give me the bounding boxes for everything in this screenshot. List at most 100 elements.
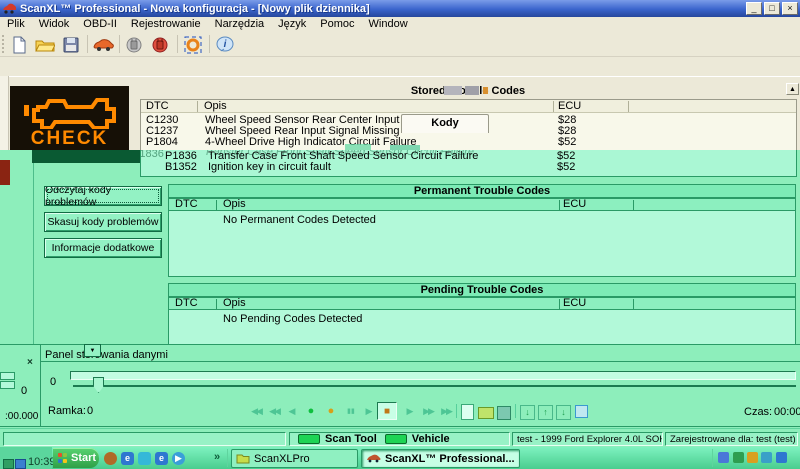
frame-label: Ramka:	[48, 405, 86, 417]
quicklaunch-desktop-icon[interactable]	[138, 452, 151, 465]
menu-jezyk[interactable]: Język	[271, 17, 313, 31]
menu-narzedzia[interactable]: Narzędzia	[208, 17, 272, 31]
playback-progress-track[interactable]	[70, 371, 796, 380]
new-log-icon[interactable]	[461, 404, 474, 420]
menu-widok[interactable]: Widok	[32, 17, 77, 31]
time-value: 00:00	[774, 406, 800, 418]
toolbar-grip[interactable]	[2, 35, 7, 53]
step-forward-icon[interactable]: ▶	[402, 404, 418, 419]
col-header-ecu[interactable]: ECU	[558, 101, 581, 112]
open-log-icon[interactable]	[478, 407, 494, 419]
export-send-icon[interactable]: ↑	[538, 405, 553, 420]
tray-volume-icon[interactable]	[776, 452, 787, 463]
info-icon[interactable]: i	[214, 34, 236, 55]
statusbar: Scan Tool Vehicle test - 1999 Ford Explo…	[0, 428, 800, 447]
col-header-ecu[interactable]: ECU	[563, 298, 586, 309]
menu-obd2[interactable]: OBD-II	[76, 17, 124, 31]
quicklaunch-player-icon[interactable]: ▶	[172, 452, 185, 465]
save-file-icon[interactable]	[60, 34, 82, 55]
quicklaunch-browser-icon[interactable]: e	[155, 452, 168, 465]
folder-icon	[236, 453, 250, 464]
glitch-artifacts: 10:39	[0, 447, 52, 469]
start-button[interactable]: Start	[53, 448, 99, 468]
fast-forward-icon[interactable]: ▶▶	[420, 404, 436, 419]
start-label: Start	[71, 452, 96, 464]
menu-pomoc[interactable]: Pomoc	[313, 17, 361, 31]
snapshot-icon[interactable]	[575, 405, 588, 418]
disconnect-icon[interactable]	[150, 34, 172, 55]
screen: ScanXL™ Professional - Nowa konfiguracja…	[0, 0, 800, 469]
car-icon	[366, 454, 381, 463]
dashboard-designer-icon[interactable]	[182, 34, 204, 55]
pause-icon[interactable]: ▮▮	[343, 404, 359, 419]
col-header-dtc[interactable]: DTC	[175, 199, 198, 210]
tray-display-icon[interactable]	[718, 452, 729, 463]
quicklaunch-chevron-icon[interactable]: »	[214, 451, 220, 463]
minimize-button[interactable]: _	[746, 2, 762, 15]
play-icon[interactable]: ▶	[361, 404, 377, 419]
menu-rejestrowanie[interactable]: Rejestrowanie	[124, 17, 208, 31]
divider	[559, 200, 560, 211]
col-header-opis[interactable]: Opis	[223, 199, 246, 210]
open-file-icon[interactable]	[34, 34, 56, 55]
focus-rect	[47, 189, 159, 203]
additional-info-button[interactable]: Informacje dodatkowe	[44, 238, 162, 258]
divider	[515, 404, 516, 418]
cell-dtc: B1352	[165, 162, 197, 173]
tray-update-icon[interactable]	[747, 452, 758, 463]
divider	[0, 344, 800, 345]
quicklaunch-ie-icon[interactable]: e	[121, 452, 134, 465]
clear-codes-label: Skasuj kody problemów	[48, 216, 159, 228]
close-button[interactable]: ×	[782, 2, 798, 15]
slider-track[interactable]	[73, 385, 796, 387]
stored-table-header: DTC Opis ECU	[141, 100, 796, 113]
skip-to-start-icon[interactable]: ◀◀	[248, 404, 264, 419]
slider-value: 0	[50, 376, 56, 388]
step-back-icon[interactable]: ◀	[284, 404, 300, 419]
taskbar-button-scanxl-app[interactable]: ScanXL™ Professional...	[361, 449, 520, 468]
windows-logo-icon	[58, 453, 68, 463]
skip-to-end-icon[interactable]: ▶▶	[438, 404, 454, 419]
export-csv-icon[interactable]: ↓	[520, 405, 535, 420]
engine-icon	[22, 91, 118, 129]
status-field-vehicle-info: test - 1999 Ford Explorer 4.0L SOHC	[512, 432, 663, 446]
record-icon[interactable]: ●	[303, 404, 319, 419]
rewind-icon[interactable]: ◀◀	[266, 404, 282, 419]
read-codes-button[interactable]: Odczytaj kody problemów	[44, 186, 162, 206]
vehicle-led	[385, 434, 407, 444]
col-header-dtc[interactable]: DTC	[146, 101, 169, 112]
cell-opis: Ignition key in circuit fault	[208, 162, 331, 173]
scan-tool-led	[298, 434, 320, 444]
col-header-opis[interactable]: Opis	[204, 101, 227, 112]
app-icon	[2, 3, 16, 14]
additional-info-label: Informacje dodatkowe	[52, 242, 155, 254]
save-log-icon[interactable]	[497, 406, 511, 420]
clear-codes-button[interactable]: Skasuj kody problemów	[44, 212, 162, 232]
col-header-ecu[interactable]: ECU	[563, 199, 586, 210]
tray-shield-icon[interactable]	[733, 452, 744, 463]
stop-button-active[interactable]: ■	[377, 402, 397, 420]
taskbar: 10:39 Start e e ▶ » ScanXLPro ScanXL™ Pr…	[0, 447, 800, 469]
col-header-dtc[interactable]: DTC	[175, 298, 198, 309]
new-file-icon[interactable]	[8, 34, 30, 55]
menu-plik[interactable]: Plik	[0, 17, 32, 31]
col-header-opis[interactable]: Opis	[223, 298, 246, 309]
restore-button[interactable]: □	[764, 2, 780, 15]
quicklaunch-media-icon[interactable]	[104, 452, 117, 465]
scroll-up-icon[interactable]: ▲	[786, 83, 799, 95]
export-email-icon[interactable]: ↓	[556, 405, 571, 420]
menu-window[interactable]: Window	[362, 17, 415, 31]
cell-ecu: $52	[557, 162, 575, 173]
divider	[197, 101, 198, 112]
divider	[633, 200, 634, 211]
taskbar-button-scanxlpro-folder[interactable]: ScanXLPro	[231, 449, 358, 468]
tray-network-icon[interactable]	[761, 452, 772, 463]
divider	[0, 426, 800, 427]
marker-icon[interactable]: ●	[323, 404, 339, 419]
toolbar-divider	[177, 35, 178, 53]
connect-icon[interactable]	[124, 34, 146, 55]
vehicle-manager-icon[interactable]	[92, 34, 114, 55]
divider	[40, 344, 41, 427]
cell-dtc: P1804	[146, 137, 178, 148]
tab-kody-problemow[interactable]: Kody problemów	[401, 114, 489, 133]
